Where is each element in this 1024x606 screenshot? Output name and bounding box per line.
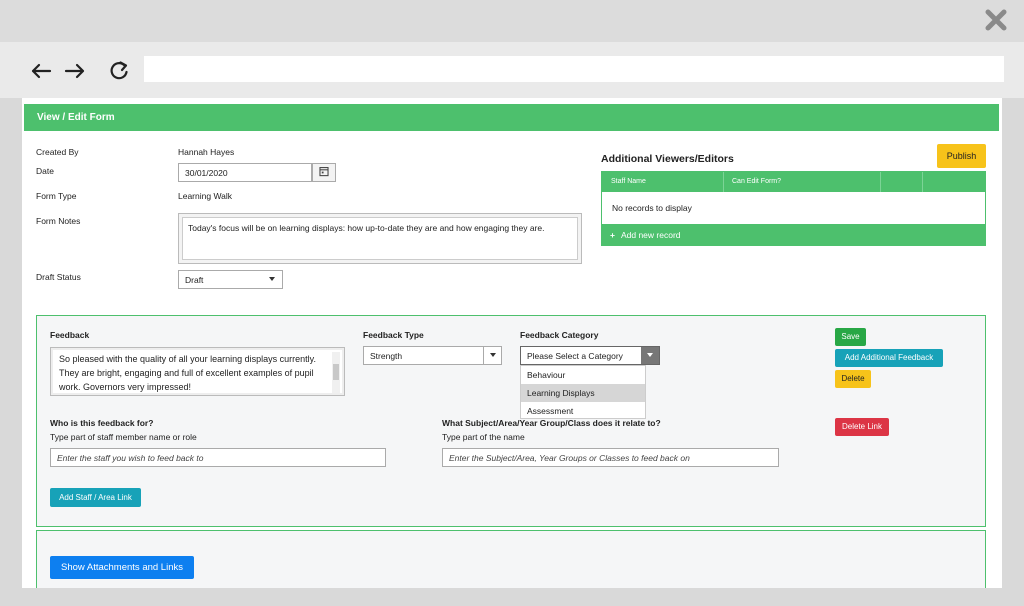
created-by-label: Created By — [36, 147, 79, 157]
window-titlebar — [0, 0, 1024, 42]
show-attachments-button[interactable]: Show Attachments and Links — [50, 556, 194, 579]
viewers-table-header: Staff Name Can Edit Form? — [602, 172, 985, 192]
date-input[interactable]: 30/01/2020 — [178, 163, 312, 182]
dropdown-option[interactable]: Behaviour — [521, 366, 645, 384]
form-notes-label: Form Notes — [36, 216, 81, 226]
feedback-text-content: So pleased with the quality of all your … — [59, 354, 316, 392]
subject-search-input[interactable]: Enter the Subject/Area, Year Groups or C… — [442, 448, 779, 467]
category-dropdown-list: Behaviour Learning Displays Assessment — [520, 365, 646, 419]
delete-button[interactable]: Delete — [835, 370, 871, 388]
chevron-down-icon — [490, 353, 496, 357]
add-additional-feedback-button[interactable]: Add Additional Feedback — [835, 349, 943, 367]
feedback-category-label: Feedback Category — [520, 330, 599, 340]
created-by-value: Hannah Hayes — [178, 147, 235, 157]
draft-status-label: Draft Status — [36, 272, 81, 282]
arrow-right-icon[interactable] — [64, 60, 86, 82]
column-divider — [723, 172, 724, 192]
delete-link-button[interactable]: Delete Link — [835, 418, 889, 436]
page-title: View / Edit Form — [24, 104, 999, 131]
chevron-down-icon — [269, 277, 275, 281]
column-header-can-edit[interactable]: Can Edit Form? — [732, 178, 781, 185]
dropdown-option-highlighted[interactable]: Learning Displays — [521, 384, 645, 402]
draft-status-value: Draft — [185, 275, 204, 285]
form-type-label: Form Type — [36, 191, 77, 201]
feedback-label: Feedback — [50, 330, 90, 340]
column-header-staff-name[interactable]: Staff Name — [611, 178, 646, 185]
page-content: View / Edit Form Created By Hannah Hayes… — [22, 98, 1002, 588]
window-bottom-frame — [0, 588, 1024, 606]
add-new-record-button[interactable]: + Add new record — [602, 224, 985, 246]
address-bar[interactable] — [144, 56, 1004, 82]
select-arrow — [483, 347, 501, 364]
form-notes-text[interactable]: Today's focus will be on learning displa… — [182, 217, 578, 260]
viewers-title: Additional Viewers/Editors — [601, 153, 734, 165]
browser-toolbar — [0, 42, 1024, 98]
add-staff-area-link-button[interactable]: Add Staff / Area Link — [50, 488, 141, 507]
subject-hint: Type part of the name — [442, 432, 525, 442]
calendar-button[interactable] — [312, 163, 336, 182]
select-arrow — [641, 347, 659, 364]
feedback-category-select[interactable]: Please Select a Category — [520, 346, 660, 365]
form-notes-field[interactable]: Today's focus will be on learning displa… — [178, 213, 582, 264]
viewers-empty-message: No records to display — [612, 203, 692, 213]
column-divider — [922, 172, 923, 192]
plus-icon: + — [610, 230, 615, 240]
subject-label: What Subject/Area/Year Group/Class does … — [442, 418, 661, 428]
reload-icon[interactable] — [108, 60, 130, 82]
add-new-record-label: Add new record — [620, 230, 681, 240]
close-x-icon[interactable] — [984, 8, 1008, 32]
feedback-type-select[interactable]: Strength — [363, 346, 502, 365]
calendar-icon — [319, 167, 329, 177]
who-feedback-label: Who is this feedback for? — [50, 418, 154, 428]
arrow-left-icon[interactable] — [30, 60, 52, 82]
who-feedback-hint: Type part of staff member name or role — [50, 432, 197, 442]
feedback-type-label: Feedback Type — [363, 330, 424, 340]
form-type-value: Learning Walk — [178, 191, 233, 201]
scrollbar-thumb[interactable] — [333, 364, 339, 380]
feedback-panel: Feedback So pleased with the quality of … — [36, 315, 986, 527]
date-label: Date — [36, 166, 54, 176]
viewers-table: Staff Name Can Edit Form? No records to … — [601, 171, 986, 246]
feedback-text[interactable]: So pleased with the quality of all your … — [53, 350, 342, 393]
staff-search-input[interactable]: Enter the staff you wish to feed back to — [50, 448, 386, 467]
feedback-type-value: Strength — [370, 351, 403, 361]
feedback-category-value: Please Select a Category — [527, 351, 623, 361]
chevron-down-icon — [647, 353, 653, 357]
draft-status-select[interactable]: Draft — [178, 270, 283, 289]
attachments-panel: Show Attachments and Links — [36, 530, 986, 588]
feedback-scrollbar[interactable] — [332, 352, 340, 393]
feedback-textarea[interactable]: So pleased with the quality of all your … — [50, 347, 345, 396]
column-divider — [880, 172, 881, 192]
save-button[interactable]: Save — [835, 328, 866, 346]
publish-button[interactable]: Publish — [937, 144, 986, 168]
